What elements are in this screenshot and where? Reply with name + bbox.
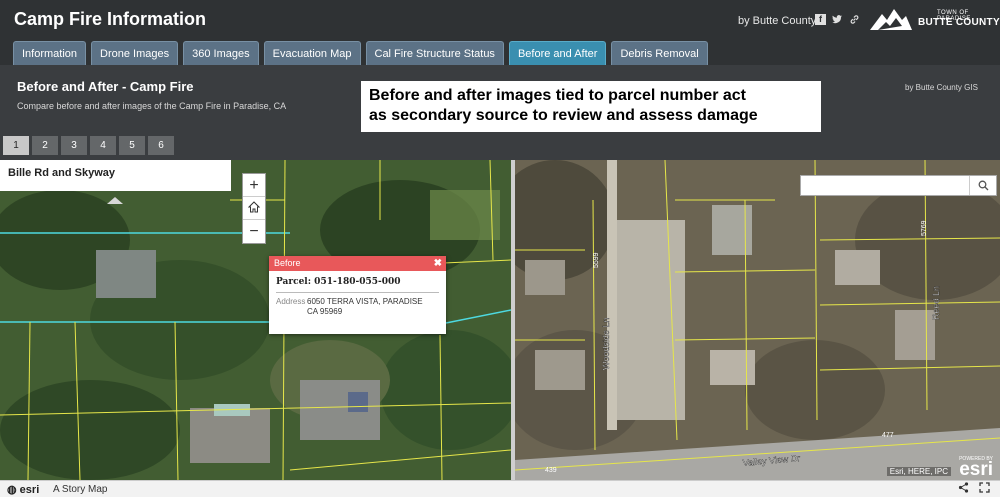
tab-debris-removal[interactable]: Debris Removal bbox=[611, 41, 708, 65]
annotation-callout: Before and after images tied to parcel n… bbox=[361, 81, 821, 132]
map-attribution: Esri, HERE, IPC bbox=[886, 467, 951, 476]
page-tabs: 1 2 3 4 5 6 bbox=[3, 136, 174, 155]
twitter-icon[interactable] bbox=[832, 14, 843, 25]
address-label: Address bbox=[276, 297, 306, 306]
logo-county-text: BUTTE COUNTY bbox=[918, 17, 1000, 28]
globe-icon: ◍ bbox=[7, 484, 17, 496]
story-subheader: Before and After - Camp Fire Compare bef… bbox=[0, 65, 1000, 160]
street-woodside-ln: Woodside Ln bbox=[601, 318, 611, 370]
swipe-map[interactable]: Woodside Ln Valley View Dr Reed Ln 5599 … bbox=[0, 160, 1000, 480]
page-tab-2[interactable]: 2 bbox=[32, 136, 58, 155]
search-button[interactable] bbox=[969, 176, 996, 195]
street-reed-ln: Reed Ln bbox=[931, 286, 941, 320]
esri-powered-logo: POWERED BY esri bbox=[959, 456, 993, 480]
tab-evacuation-map[interactable]: Evacuation Map bbox=[263, 41, 361, 65]
street-number-5599: 5599 bbox=[593, 252, 600, 268]
app-title: Camp Fire Information bbox=[14, 9, 207, 29]
footer-actions bbox=[958, 482, 990, 496]
story-map-label[interactable]: A Story Map bbox=[53, 484, 107, 495]
tab-360-images[interactable]: 360 Images bbox=[183, 41, 259, 65]
parcel-popup: Before ✖ Parcel: 051-180-055-000 Address… bbox=[269, 256, 446, 334]
search-icon bbox=[978, 180, 988, 191]
search-input[interactable] bbox=[801, 176, 969, 195]
tab-drone-images[interactable]: Drone Images bbox=[91, 41, 179, 65]
share-icon[interactable] bbox=[958, 482, 969, 496]
story-footer: ◍ esri A Story Map bbox=[0, 480, 1000, 497]
close-icon[interactable]: ✖ bbox=[434, 256, 442, 271]
page-tab-4[interactable]: 4 bbox=[90, 136, 116, 155]
page-credit: by Butte County GIS bbox=[905, 83, 978, 92]
popup-title: Before bbox=[274, 258, 301, 268]
road-shield-477: 477 bbox=[882, 432, 894, 439]
header-byline: by Butte County bbox=[738, 15, 817, 27]
callout-line-1: Before and after images tied to parcel n… bbox=[369, 87, 746, 104]
page-tab-5[interactable]: 5 bbox=[119, 136, 145, 155]
map-search bbox=[800, 175, 997, 196]
street-number-5769: 5769 bbox=[921, 220, 928, 236]
tab-information[interactable]: Information bbox=[13, 41, 87, 65]
link-icon[interactable] bbox=[849, 14, 860, 25]
social-links: f bbox=[815, 14, 860, 25]
page-tab-6[interactable]: 6 bbox=[148, 136, 174, 155]
page-tab-1[interactable]: 1 bbox=[3, 136, 29, 155]
popup-header: Before ✖ bbox=[269, 256, 446, 271]
mountain-logo-icon bbox=[870, 9, 912, 30]
callout-line-2: as secondary source to review and assess… bbox=[369, 107, 758, 124]
home-icon bbox=[247, 201, 261, 213]
nav-tabs: Information Drone Images 360 Images Evac… bbox=[13, 41, 708, 65]
street-valley-view-dr: Valley View Dr bbox=[742, 453, 800, 468]
esri-footer-logo[interactable]: ◍ esri bbox=[7, 483, 39, 496]
page-title: Before and After - Camp Fire bbox=[17, 79, 194, 94]
tab-before-and-after[interactable]: Before and After bbox=[508, 41, 607, 65]
zoom-out-button[interactable]: − bbox=[243, 220, 265, 243]
address-value: 6050 TERRA VISTA, PARADISE CA 95969 bbox=[307, 297, 423, 316]
facebook-icon[interactable]: f bbox=[815, 14, 826, 25]
location-label: Bille Rd and Skyway bbox=[8, 167, 115, 179]
esri-word: esri bbox=[959, 459, 993, 480]
popup-parcel: Parcel: 051-180-055-000 bbox=[276, 277, 401, 287]
street-labels: Woodside Ln Valley View Dr Reed Ln 5599 … bbox=[545, 220, 941, 474]
zoom-in-button[interactable]: + bbox=[243, 174, 265, 197]
page-description: Compare before and after images of the C… bbox=[17, 101, 287, 111]
app-header: Camp Fire Information by Butte County f … bbox=[0, 0, 1000, 65]
tab-cal-fire-structure-status[interactable]: Cal Fire Structure Status bbox=[365, 41, 504, 65]
zoom-controls: + − bbox=[242, 173, 266, 244]
fullscreen-icon[interactable] bbox=[979, 482, 990, 496]
location-panel: Bille Rd and Skyway bbox=[0, 160, 231, 191]
popup-address-row: Address 6050 TERRA VISTA, PARADISE CA 95… bbox=[269, 293, 446, 317]
footer-brand: esri bbox=[19, 484, 40, 496]
page-tab-3[interactable]: 3 bbox=[61, 136, 87, 155]
collapse-caret-icon[interactable] bbox=[107, 197, 123, 204]
home-button[interactable] bbox=[243, 197, 265, 220]
road-shield-439: 439 bbox=[545, 467, 557, 474]
